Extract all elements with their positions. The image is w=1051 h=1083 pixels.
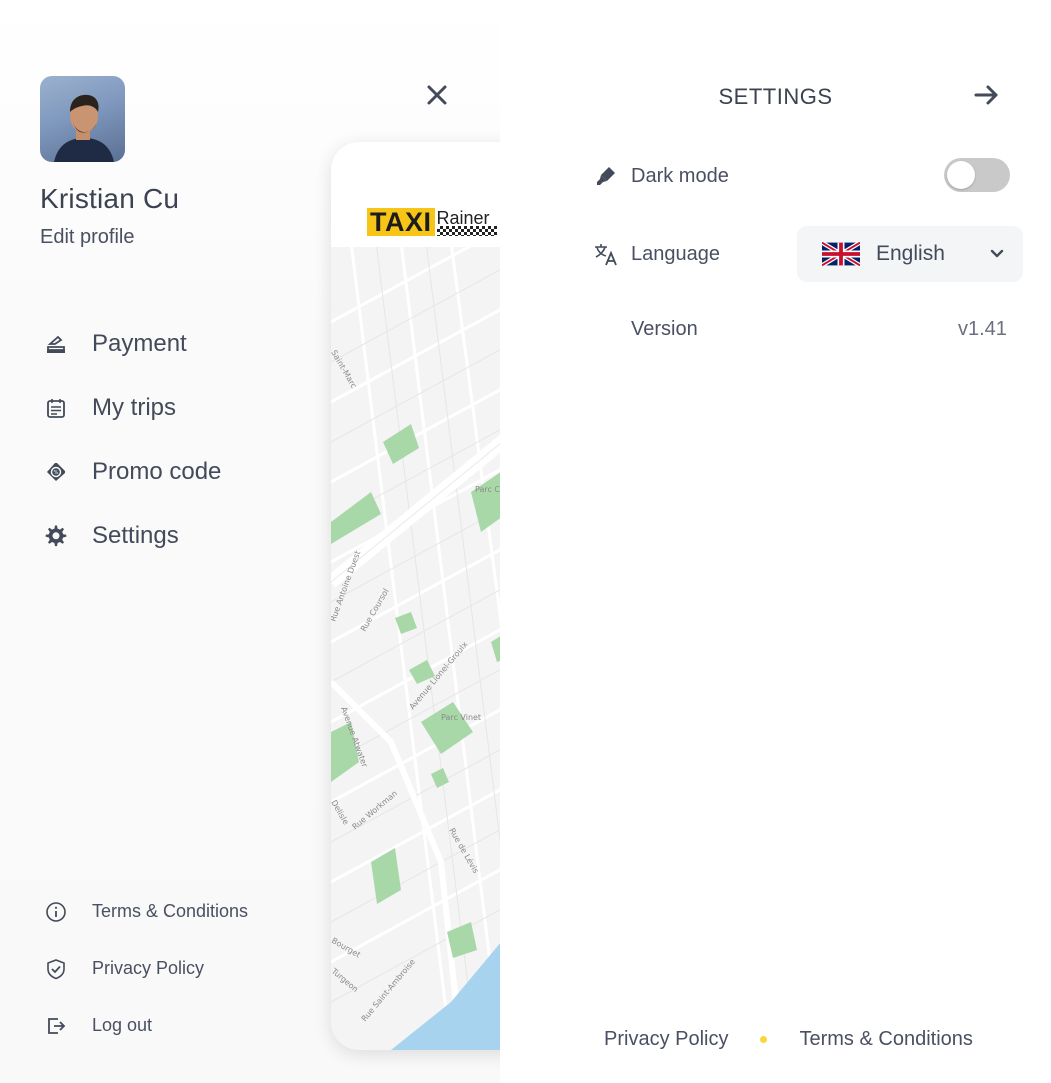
close-button[interactable] xyxy=(422,80,452,110)
terms-link[interactable]: Terms & Conditions xyxy=(40,883,340,940)
taxi-rainer-logo: TAXI Rainer xyxy=(367,208,497,236)
language-select[interactable]: English xyxy=(797,226,1023,282)
edit-profile-link[interactable]: Edit profile xyxy=(40,226,135,249)
street-label: Parc Vinet xyxy=(441,713,481,722)
drawer-menu: Payment My trips % Promo code Settings xyxy=(40,312,320,568)
menu-item-promo-code[interactable]: % Promo code xyxy=(40,440,320,504)
language-value: English xyxy=(876,242,945,265)
gear-icon xyxy=(40,520,72,552)
logo-taxi-text: TAXI xyxy=(367,208,435,236)
dark-mode-toggle[interactable] xyxy=(944,158,1010,192)
menu-item-label: My trips xyxy=(92,394,176,421)
promo-tag-icon: % xyxy=(40,456,72,488)
toggle-knob xyxy=(947,161,975,189)
page-title: SETTINGS xyxy=(718,84,833,109)
arrow-right-icon xyxy=(974,85,998,105)
pen-icon xyxy=(593,163,619,189)
version-label: Version xyxy=(631,318,698,340)
logo-rainer-word: Rainer xyxy=(436,208,490,228)
svg-text:%: % xyxy=(54,470,59,476)
translate-icon xyxy=(593,241,619,267)
forward-button[interactable] xyxy=(972,80,1002,110)
map-view: Saint-Marc Rue Antoine Duest Rue Coursol… xyxy=(331,228,500,1050)
menu-item-label: Payment xyxy=(92,330,187,357)
terms-conditions-link[interactable]: Terms & Conditions xyxy=(799,1028,972,1051)
settings-panel: SETTINGS Dark mode Language English Vers… xyxy=(500,0,1051,1083)
street-label: Parc C.-C xyxy=(475,485,500,494)
settings-footer-links: Privacy Policy Terms & Conditions xyxy=(604,1028,973,1051)
side-drawer: Kristian Cu Edit profile Payment My trip… xyxy=(0,0,500,1083)
privacy-label: Privacy Policy xyxy=(92,958,205,978)
language-label: Language xyxy=(631,243,720,265)
privacy-policy-link[interactable]: Privacy Policy xyxy=(604,1028,728,1051)
logo-rainer-text: Rainer xyxy=(435,208,497,236)
privacy-link[interactable]: Privacy Policy xyxy=(40,940,340,997)
menu-item-label: Promo code xyxy=(92,458,222,485)
dark-mode-label: Dark mode xyxy=(631,165,729,187)
logout-icon xyxy=(40,1010,72,1042)
menu-item-label: Settings xyxy=(92,522,179,549)
payment-icon xyxy=(40,328,72,360)
drawer-footer-links: Terms & Conditions Privacy Policy Log ou… xyxy=(40,883,340,1054)
version-value: v1.41 xyxy=(958,318,1007,340)
chevron-down-icon xyxy=(990,249,1004,258)
map-preview-card[interactable]: Saint-Marc Rue Antoine Duest Rue Coursol… xyxy=(331,142,500,1050)
avatar-photo xyxy=(54,94,114,162)
profile-name: Kristian Cu xyxy=(40,183,180,214)
close-icon xyxy=(427,85,447,105)
separator-dot xyxy=(760,1036,768,1043)
menu-item-payment[interactable]: Payment xyxy=(40,312,320,376)
terms-label: Terms & Conditions xyxy=(92,901,249,921)
shield-check-icon xyxy=(40,953,72,985)
avatar[interactable] xyxy=(40,76,125,162)
calendar-icon xyxy=(40,392,72,424)
menu-item-my-trips[interactable]: My trips xyxy=(40,376,320,440)
info-icon xyxy=(40,896,72,928)
logout-label: Log out xyxy=(92,1015,153,1035)
menu-item-settings[interactable]: Settings xyxy=(40,504,320,568)
logout-link[interactable]: Log out xyxy=(40,997,340,1054)
uk-flag-icon xyxy=(822,242,860,266)
checkered-flag-pattern xyxy=(436,226,497,236)
